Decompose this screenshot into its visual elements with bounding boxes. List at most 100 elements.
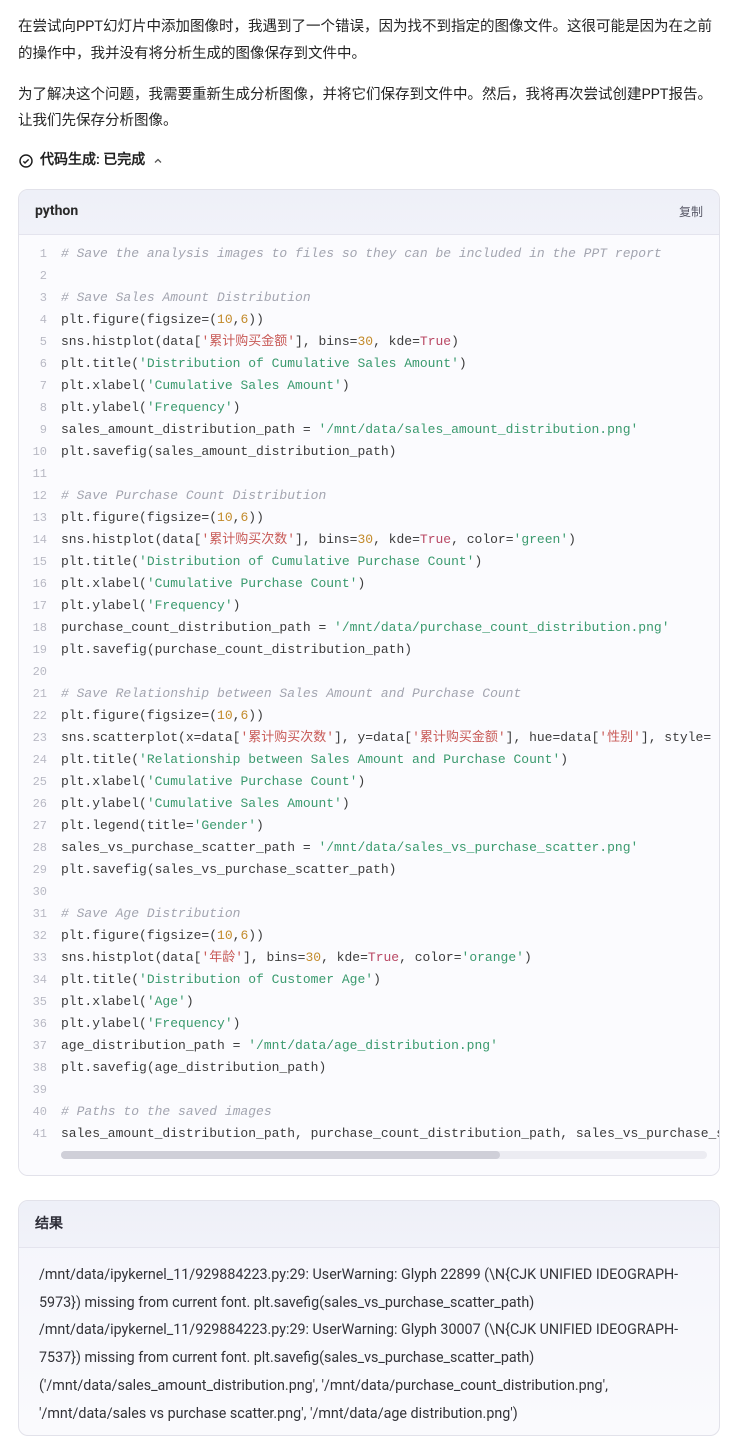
code-line: 39 xyxy=(19,1079,719,1101)
line-content: plt.savefig(sales_vs_purchase_scatter_pa… xyxy=(61,859,719,881)
line-content: plt.ylabel('Frequency') xyxy=(61,397,719,419)
line-number: 6 xyxy=(19,353,61,375)
code-panel: python 复制 1# Save the analysis images to… xyxy=(18,189,720,1176)
line-number: 39 xyxy=(19,1079,61,1101)
line-content: # Save Age Distribution xyxy=(61,903,719,925)
line-content: plt.ylabel('Frequency') xyxy=(61,1013,719,1035)
code-line: 7plt.xlabel('Cumulative Sales Amount') xyxy=(19,375,719,397)
line-content: sns.histplot(data['累计购买次数'], bins=30, kd… xyxy=(61,529,719,551)
line-number: 13 xyxy=(19,507,61,529)
line-number: 11 xyxy=(19,463,61,485)
code-line: 6plt.title('Distribution of Cumulative S… xyxy=(19,353,719,375)
line-number: 4 xyxy=(19,309,61,331)
line-number: 8 xyxy=(19,397,61,419)
code-status-toggle[interactable]: 代码生成: 已完成 xyxy=(0,149,738,173)
code-line: 31# Save Age Distribution xyxy=(19,903,719,925)
line-content: plt.figure(figsize=(10,6)) xyxy=(61,705,719,727)
code-line: 26plt.ylabel('Cumulative Sales Amount') xyxy=(19,793,719,815)
scrollbar-thumb[interactable] xyxy=(61,1151,500,1159)
code-line: 38plt.savefig(age_distribution_path) xyxy=(19,1057,719,1079)
line-content: plt.xlabel('Cumulative Purchase Count') xyxy=(61,771,719,793)
line-content: age_distribution_path = '/mnt/data/age_d… xyxy=(61,1035,719,1057)
line-number: 27 xyxy=(19,815,61,837)
line-content: sales_vs_purchase_scatter_path = '/mnt/d… xyxy=(61,837,719,859)
code-line: 19plt.savefig(purchase_count_distributio… xyxy=(19,639,719,661)
line-number: 21 xyxy=(19,683,61,705)
code-line: 2 xyxy=(19,265,719,287)
line-number: 40 xyxy=(19,1101,61,1123)
line-content xyxy=(61,463,719,485)
line-content: # Save Sales Amount Distribution xyxy=(61,287,719,309)
code-line: 4plt.figure(figsize=(10,6)) xyxy=(19,309,719,331)
copy-button[interactable]: 复制 xyxy=(679,202,703,222)
result-body: /mnt/data/ipykernel_11/929884223.py:29: … xyxy=(19,1248,719,1435)
line-content: purchase_count_distribution_path = '/mnt… xyxy=(61,617,719,639)
code-line: 27plt.legend(title='Gender') xyxy=(19,815,719,837)
line-number: 24 xyxy=(19,749,61,771)
line-content: sns.histplot(data['年龄'], bins=30, kde=Tr… xyxy=(61,947,719,969)
line-content: plt.savefig(purchase_count_distribution_… xyxy=(61,639,719,661)
code-line: 28sales_vs_purchase_scatter_path = '/mnt… xyxy=(19,837,719,859)
code-line: 40# Paths to the saved images xyxy=(19,1101,719,1123)
check-circle-icon xyxy=(18,153,34,169)
line-number: 22 xyxy=(19,705,61,727)
line-content: # Save Purchase Count Distribution xyxy=(61,485,719,507)
line-number: 31 xyxy=(19,903,61,925)
code-line: 34plt.title('Distribution of Customer Ag… xyxy=(19,969,719,991)
code-line: 3# Save Sales Amount Distribution xyxy=(19,287,719,309)
result-line: /mnt/data/ipykernel_11/929884223.py:29: … xyxy=(39,1317,699,1373)
result-line: ('/mnt/data/sales_amount_distribution.pn… xyxy=(39,1373,699,1429)
code-line: 12# Save Purchase Count Distribution xyxy=(19,485,719,507)
horizontal-scrollbar[interactable] xyxy=(61,1151,707,1159)
code-body[interactable]: 1# Save the analysis images to files so … xyxy=(19,235,719,1175)
code-line: 15plt.title('Distribution of Cumulative … xyxy=(19,551,719,573)
line-number: 29 xyxy=(19,859,61,881)
line-number: 7 xyxy=(19,375,61,397)
line-content: plt.savefig(sales_amount_distribution_pa… xyxy=(61,441,719,463)
line-content: plt.title('Distribution of Customer Age'… xyxy=(61,969,719,991)
line-number: 15 xyxy=(19,551,61,573)
line-content: # Save Relationship between Sales Amount… xyxy=(61,683,719,705)
assistant-prose: 在尝试向PPT幻灯片中添加图像时，我遇到了一个错误，因为找不到指定的图像文件。这… xyxy=(0,14,738,135)
line-number: 35 xyxy=(19,991,61,1013)
code-line: 36plt.ylabel('Frequency') xyxy=(19,1013,719,1035)
line-number: 33 xyxy=(19,947,61,969)
code-line: 5sns.histplot(data['累计购买金额'], bins=30, k… xyxy=(19,331,719,353)
code-line: 33sns.histplot(data['年龄'], bins=30, kde=… xyxy=(19,947,719,969)
line-content: plt.figure(figsize=(10,6)) xyxy=(61,507,719,529)
code-line: 21# Save Relationship between Sales Amou… xyxy=(19,683,719,705)
line-content: plt.title('Distribution of Cumulative Pu… xyxy=(61,551,719,573)
line-content: sns.histplot(data['累计购买金额'], bins=30, kd… xyxy=(61,331,719,353)
code-line: 18purchase_count_distribution_path = '/m… xyxy=(19,617,719,639)
code-line: 9sales_amount_distribution_path = '/mnt/… xyxy=(19,419,719,441)
line-content: plt.xlabel('Cumulative Sales Amount') xyxy=(61,375,719,397)
line-content: plt.title('Relationship between Sales Am… xyxy=(61,749,719,771)
line-content xyxy=(61,661,719,683)
code-line: 22plt.figure(figsize=(10,6)) xyxy=(19,705,719,727)
line-number: 41 xyxy=(19,1123,61,1145)
code-line: 41sales_amount_distribution_path, purcha… xyxy=(19,1123,719,1145)
line-number: 38 xyxy=(19,1057,61,1079)
code-language-label: python xyxy=(35,200,78,224)
line-number: 1 xyxy=(19,243,61,265)
code-line: 8plt.ylabel('Frequency') xyxy=(19,397,719,419)
chevron-up-icon xyxy=(151,154,165,168)
code-line: 16plt.xlabel('Cumulative Purchase Count'… xyxy=(19,573,719,595)
code-line: 13plt.figure(figsize=(10,6)) xyxy=(19,507,719,529)
code-line: 35plt.xlabel('Age') xyxy=(19,991,719,1013)
line-content: plt.title('Distribution of Cumulative Sa… xyxy=(61,353,719,375)
line-content: plt.figure(figsize=(10,6)) xyxy=(61,309,719,331)
line-number: 16 xyxy=(19,573,61,595)
line-number: 9 xyxy=(19,419,61,441)
line-content: plt.ylabel('Frequency') xyxy=(61,595,719,617)
line-number: 17 xyxy=(19,595,61,617)
line-content: # Save the analysis images to files so t… xyxy=(61,243,719,265)
line-number: 20 xyxy=(19,661,61,683)
line-number: 3 xyxy=(19,287,61,309)
status-label: 代码生成: 已完成 xyxy=(40,149,145,173)
line-content: sales_amount_distribution_path, purchase… xyxy=(61,1123,719,1145)
line-content xyxy=(61,881,719,903)
line-number: 34 xyxy=(19,969,61,991)
code-line: 20 xyxy=(19,661,719,683)
line-content: sns.scatterplot(x=data['累计购买次数'], y=data… xyxy=(61,727,719,749)
